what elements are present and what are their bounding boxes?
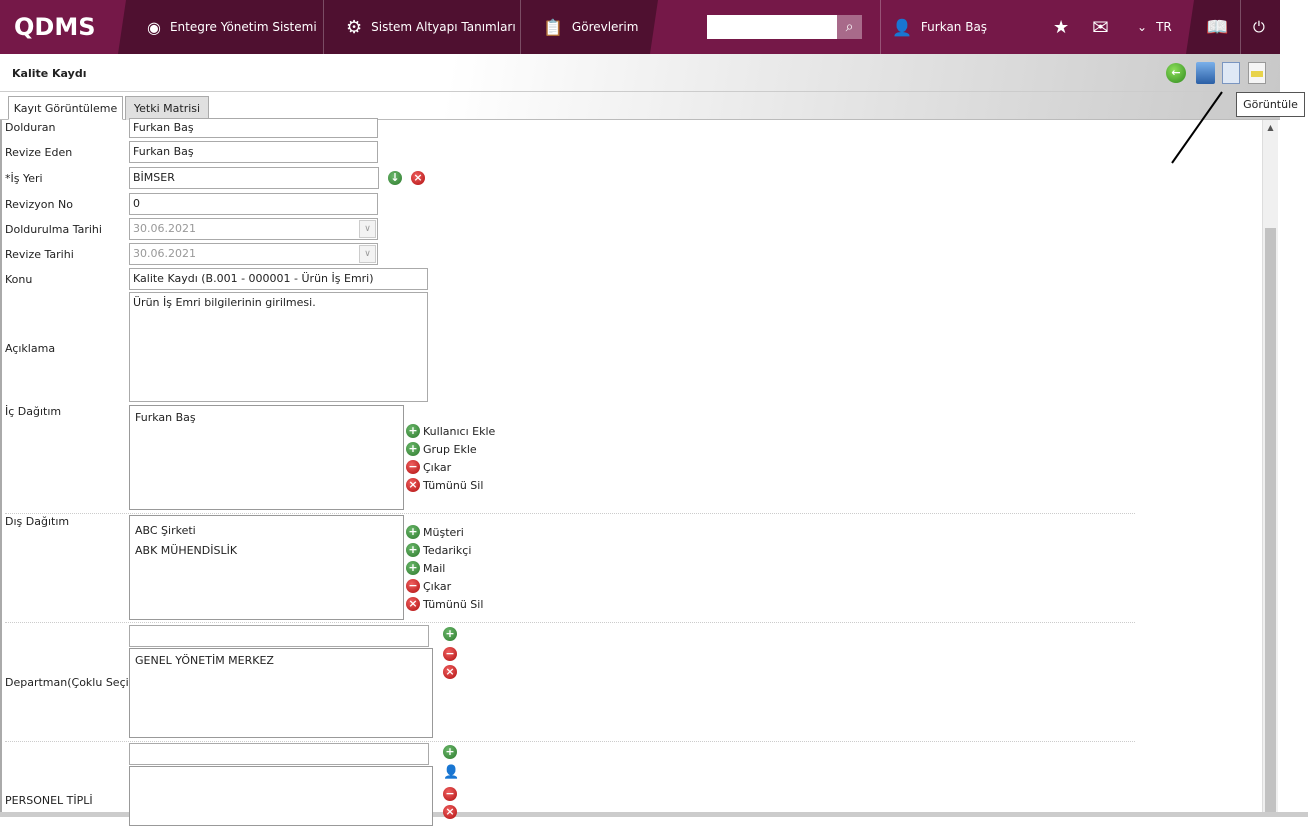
tab-kayit-goruntuleme[interactable]: Kayıt Görüntüleme xyxy=(8,96,123,120)
star-icon[interactable]: ★ xyxy=(1053,0,1069,54)
save-icon[interactable] xyxy=(1196,62,1215,84)
revize-tarihi-field[interactable]: 30.06.2021 ∨ xyxy=(129,243,378,265)
label-dis-dagitim: Dış Dağıtım xyxy=(5,515,70,528)
label-is-yeri: *İş Yeri xyxy=(5,172,43,185)
label-revize-eden: Revize Eden xyxy=(5,146,73,159)
revize-eden-field[interactable]: Furkan Baş xyxy=(129,141,378,163)
personel-list[interactable] xyxy=(129,766,433,826)
mail-icon[interactable]: ✉ xyxy=(1092,0,1109,54)
delete-icon[interactable]: × xyxy=(443,665,457,679)
tumunu-sil-button[interactable]: × Tümünü Sil xyxy=(406,597,483,611)
add-user-icon[interactable]: 👤 xyxy=(443,765,459,780)
scrollbar[interactable]: ▲ xyxy=(1262,120,1278,812)
nav-sistem-altyapi[interactable]: ⚙ Sistem Altyapı Tanımları xyxy=(346,0,516,54)
notes-document-icon[interactable] xyxy=(1248,62,1266,84)
chevron-down-icon: ⌄ xyxy=(1137,20,1148,34)
label-ic-dagitim: İç Dağıtım xyxy=(5,405,62,418)
user-menu[interactable]: 👤 Furkan Baş xyxy=(892,0,987,54)
add-icon[interactable]: + xyxy=(443,745,457,759)
add-icon[interactable]: + xyxy=(443,627,457,641)
remove-icon[interactable]: − xyxy=(443,787,457,801)
back-icon[interactable]: ← xyxy=(1166,63,1186,83)
departman-input[interactable] xyxy=(129,625,429,647)
list-item[interactable]: ABC Şirketi xyxy=(135,521,398,541)
cikar-button[interactable]: − Çıkar xyxy=(406,579,451,593)
language-select[interactable]: ⌄ TR xyxy=(1137,0,1172,54)
tumunu-sil-button[interactable]: × Tümünü Sil xyxy=(406,478,483,492)
delete-icon: × xyxy=(406,478,420,492)
personel-input[interactable] xyxy=(129,743,429,765)
list-item[interactable]: ABK MÜHENDİSLİK xyxy=(135,541,398,561)
gear-icon: ⚙ xyxy=(346,16,363,38)
revizyon-no-field[interactable]: 0 xyxy=(129,193,378,215)
cikar-button[interactable]: − Çıkar xyxy=(406,460,451,474)
plus-icon: + xyxy=(406,525,420,539)
is-yeri-field[interactable]: BİMSER xyxy=(129,167,379,189)
label-dolduran: Dolduran xyxy=(5,121,56,134)
clear-icon[interactable]: × xyxy=(411,171,425,185)
nav-gorevlerim[interactable]: 📋 Görevlerim xyxy=(543,0,638,54)
annotation-arrow-line xyxy=(1171,91,1223,164)
aciklama-textarea[interactable]: Ürün İş Emri bilgilerinin girilmesi. xyxy=(129,292,428,402)
date-value: 30.06.2021 xyxy=(133,222,196,235)
label-departman: Departman(Çoklu Seçim) xyxy=(5,676,144,689)
label-doldurulma-tarihi: Doldurulma Tarihi xyxy=(5,223,102,236)
departman-list[interactable]: GENEL YÖNETİM MERKEZ xyxy=(129,648,433,738)
plus-icon: + xyxy=(406,561,420,575)
book-icon[interactable]: 📖 xyxy=(1206,0,1228,54)
q-icon: ◉ xyxy=(147,17,161,37)
dolduran-field[interactable]: Furkan Baş xyxy=(129,118,378,138)
tab-yetki-matrisi[interactable]: Yetki Matrisi xyxy=(125,96,209,120)
tooltip: Görüntüle xyxy=(1236,92,1305,117)
qdms-logo[interactable]: QDMS xyxy=(14,0,96,54)
label-konu: Konu xyxy=(5,273,33,286)
power-icon[interactable]: ⏻ xyxy=(1253,0,1265,54)
konu-field[interactable]: Kalite Kaydı (B.001 - 000001 - Ürün İş E… xyxy=(129,268,428,290)
mail-button[interactable]: + Mail xyxy=(406,561,445,575)
user-icon: 👤 xyxy=(892,17,912,37)
label-personel-tipli: PERSONEL TİPLİ xyxy=(5,794,93,807)
top-header: QDMS ◉ Entegre Yönetim Sistemi ⚙ Sistem Al… xyxy=(0,0,1280,54)
view-document-icon[interactable] xyxy=(1222,62,1240,84)
ic-dagitim-list[interactable]: Furkan Baş xyxy=(129,405,404,510)
chevron-down-icon[interactable]: ∨ xyxy=(359,220,376,238)
minus-icon: − xyxy=(406,579,420,593)
delete-icon: × xyxy=(406,597,420,611)
dis-dagitim-list[interactable]: ABC Şirketi ABK MÜHENDİSLİK xyxy=(129,515,404,620)
plus-icon: + xyxy=(406,442,420,456)
plus-icon: + xyxy=(406,543,420,557)
grup-ekle-button[interactable]: + Grup Ekle xyxy=(406,442,477,456)
date-value: 30.06.2021 xyxy=(133,247,196,260)
page-title: Kalite Kaydı xyxy=(12,67,87,80)
list-item[interactable]: Furkan Baş xyxy=(135,411,398,424)
search-button[interactable]: ⌕ xyxy=(837,15,862,39)
label-revizyon-no: Revizyon No xyxy=(5,198,73,211)
search-icon: ⌕ xyxy=(845,19,854,35)
list-item[interactable]: GENEL YÖNETİM MERKEZ xyxy=(135,654,427,667)
label-revize-tarihi: Revize Tarihi xyxy=(5,248,74,261)
remove-icon[interactable]: − xyxy=(443,647,457,661)
tedarikci-button[interactable]: + Tedarikçi xyxy=(406,543,471,557)
label-aciklama: Açıklama xyxy=(5,342,56,355)
chevron-down-icon[interactable]: ∨ xyxy=(359,245,376,263)
musteri-button[interactable]: + Müşteri xyxy=(406,525,464,539)
minus-icon: − xyxy=(406,460,420,474)
kullanici-ekle-button[interactable]: + Kullanıcı Ekle xyxy=(406,424,495,438)
select-arrow-down-icon[interactable]: ↓ xyxy=(388,171,402,185)
search-input[interactable] xyxy=(707,15,837,39)
plus-icon: + xyxy=(406,424,420,438)
nav-entegre-yonetim[interactable]: ◉ Entegre Yönetim Sistemi xyxy=(147,0,317,54)
clipboard-icon: 📋 xyxy=(543,17,563,37)
doldurulma-tarihi-field[interactable]: 30.06.2021 ∨ xyxy=(129,218,378,240)
